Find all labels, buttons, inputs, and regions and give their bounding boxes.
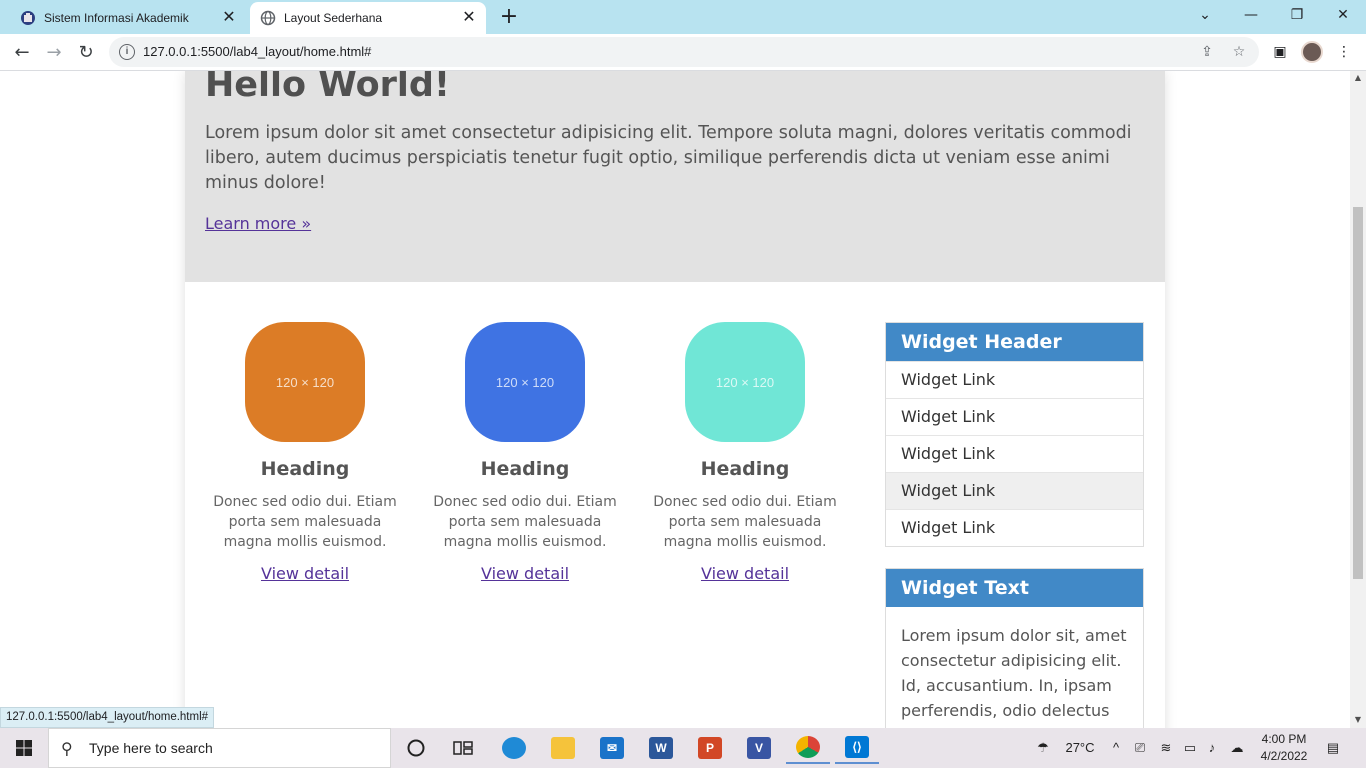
close-window-button[interactable]: ✕	[1320, 0, 1366, 30]
placeholder-image: 120 × 120	[245, 322, 365, 442]
clock-date: 4/2/2022	[1260, 749, 1308, 763]
bookmark-star-icon[interactable]: ☆	[1229, 42, 1249, 62]
feature-heading: Heading	[700, 458, 790, 480]
menu-kebab-icon[interactable]: ⋮	[1332, 40, 1356, 64]
tab-title: Sistem Informasi Akademik	[44, 11, 189, 25]
close-tab-icon[interactable]: ✕	[460, 9, 478, 27]
minimize-button[interactable]: —	[1228, 0, 1274, 30]
back-arrow-icon[interactable]: ←	[8, 39, 36, 67]
jumbotron-text: Lorem ipsum dolor sit amet consectetur a…	[205, 123, 1132, 193]
widget-text-body: Lorem ipsum dolor sit, amet consectetur …	[901, 626, 1127, 720]
powerpoint-icon[interactable]: P	[688, 732, 732, 764]
scroll-down-icon[interactable]: ▼	[1350, 713, 1366, 727]
address-url[interactable]: 127.0.0.1:5500/lab4_layout/home.html#	[143, 44, 371, 59]
feature-card: 120 × 120 Heading Donec sed odio dui. Et…	[425, 322, 625, 583]
chrome-icon[interactable]	[786, 732, 830, 764]
forward-arrow-icon[interactable]: →	[40, 39, 68, 67]
scrollbar-thumb[interactable]	[1353, 207, 1363, 579]
page-scrollbar[interactable]: ▲ ▼	[1350, 71, 1366, 728]
scroll-up-icon[interactable]: ▲	[1350, 71, 1366, 85]
share-icon[interactable]: ⇪	[1197, 42, 1217, 62]
task-view-icon[interactable]	[441, 732, 485, 764]
close-tab-icon[interactable]: ✕	[220, 9, 238, 27]
view-detail-link[interactable]: View detail	[701, 564, 789, 583]
feature-heading: Heading	[480, 458, 570, 480]
word-icon[interactable]: W	[639, 732, 683, 764]
learn-more-link[interactable]: Learn more »	[205, 214, 311, 233]
widget-text: Widget Text Lorem ipsum dolor sit, amet …	[885, 568, 1144, 728]
widget-link[interactable]: Widget Link	[886, 509, 1143, 546]
placeholder-image: 120 × 120	[465, 322, 585, 442]
temperature[interactable]: 27°C	[1058, 728, 1102, 768]
campus-logo-icon	[20, 10, 36, 26]
image-size-label: 120 × 120	[715, 374, 775, 390]
feature-text: Donec sed odio dui. Etiam porta sem male…	[433, 494, 617, 550]
placeholder-image: 120 × 120	[685, 322, 805, 442]
browser-toolbar: ← → ↻ i 127.0.0.1:5500/lab4_layout/home.…	[0, 34, 1366, 71]
address-bar[interactable]: i 127.0.0.1:5500/lab4_layout/home.html# …	[109, 37, 1259, 67]
mail-icon[interactable]: ✉	[590, 732, 634, 764]
feature-text: Donec sed odio dui. Etiam porta sem male…	[213, 494, 397, 550]
cloud-icon[interactable]: ☁	[1225, 728, 1249, 768]
edge-browser-icon[interactable]	[492, 732, 536, 764]
widget-header: Widget Header	[886, 323, 1143, 361]
tab-sistem-informasi[interactable]: Sistem Informasi Akademik ✕	[10, 2, 246, 34]
cortana-icon[interactable]	[394, 732, 438, 764]
profile-avatar[interactable]	[1301, 41, 1323, 63]
widget-links: Widget Header Widget Link Widget Link Wi…	[885, 322, 1144, 547]
wifi-icon[interactable]: ≋	[1155, 728, 1177, 768]
feature-card: 120 × 120 Heading Donec sed odio dui. Et…	[205, 322, 405, 583]
volume-icon[interactable]: ♪	[1202, 728, 1222, 768]
tab-layout-sederhana[interactable]: Layout Sederhana ✕	[250, 2, 486, 34]
search-icon: ⚲	[61, 739, 73, 758]
widget-link[interactable]: Widget Link	[886, 398, 1143, 435]
status-bar-url: 127.0.0.1:5500/lab4_layout/home.html#	[0, 707, 215, 728]
feature-card: 120 × 120 Heading Donec sed odio dui. Et…	[645, 322, 845, 583]
image-size-label: 120 × 120	[495, 374, 555, 390]
battery-icon[interactable]: ▭	[1180, 728, 1200, 768]
windows-start-button[interactable]	[0, 728, 48, 768]
meet-now-icon[interactable]: ⎚	[1130, 728, 1150, 768]
new-tab-button[interactable]: +	[497, 5, 521, 29]
widget-text-header: Widget Text	[886, 569, 1143, 607]
tab-title: Layout Sederhana	[284, 11, 383, 25]
visio-icon[interactable]: V	[737, 732, 781, 764]
page-container: Hello World! Lorem ipsum dolor sit amet …	[185, 71, 1165, 728]
chevron-up-icon[interactable]: ^	[1106, 728, 1126, 768]
windows-logo-icon	[16, 740, 32, 756]
widget-link[interactable]: Widget Link	[886, 472, 1143, 509]
search-placeholder: Type here to search	[89, 740, 213, 756]
jumbotron: Hello World! Lorem ipsum dolor sit amet …	[185, 71, 1165, 282]
globe-icon	[260, 10, 276, 26]
widget-link[interactable]: Widget Link	[886, 435, 1143, 472]
image-size-label: 120 × 120	[275, 374, 335, 390]
jumbotron-heading: Hello World!	[205, 71, 450, 105]
weather-icon[interactable]: ☂	[1030, 728, 1056, 768]
taskbar-clock[interactable]: 4:00 PM 4/2/2022	[1252, 731, 1316, 765]
vscode-icon[interactable]: ⟨⟩	[835, 732, 879, 764]
reload-icon[interactable]: ↻	[72, 39, 100, 67]
page-viewport: Hello World! Lorem ipsum dolor sit amet …	[0, 71, 1350, 728]
view-detail-link[interactable]: View detail	[261, 564, 349, 583]
taskbar-search-box[interactable]: ⚲ Type here to search	[48, 728, 391, 768]
tab-search-chevron-icon[interactable]: ⌄	[1182, 0, 1228, 30]
site-info-icon[interactable]: i	[119, 44, 135, 60]
feature-text: Donec sed odio dui. Etiam porta sem male…	[653, 494, 837, 550]
restore-button[interactable]: ❐	[1274, 0, 1320, 30]
clock-time: 4:00 PM	[1261, 732, 1307, 746]
widget-link[interactable]: Widget Link	[886, 361, 1143, 398]
notification-icon[interactable]: ▤	[1320, 728, 1346, 768]
feature-heading: Heading	[260, 458, 350, 480]
windows-taskbar: ⚲ Type here to search ✉ W P V ⟨⟩ ☂ 27°C …	[0, 728, 1366, 768]
tab-strip: Sistem Informasi Akademik ✕ Layout Seder…	[0, 0, 1366, 34]
view-detail-link[interactable]: View detail	[481, 564, 569, 583]
file-explorer-icon[interactable]	[541, 732, 585, 764]
side-panel-icon[interactable]: ▣	[1268, 40, 1292, 64]
